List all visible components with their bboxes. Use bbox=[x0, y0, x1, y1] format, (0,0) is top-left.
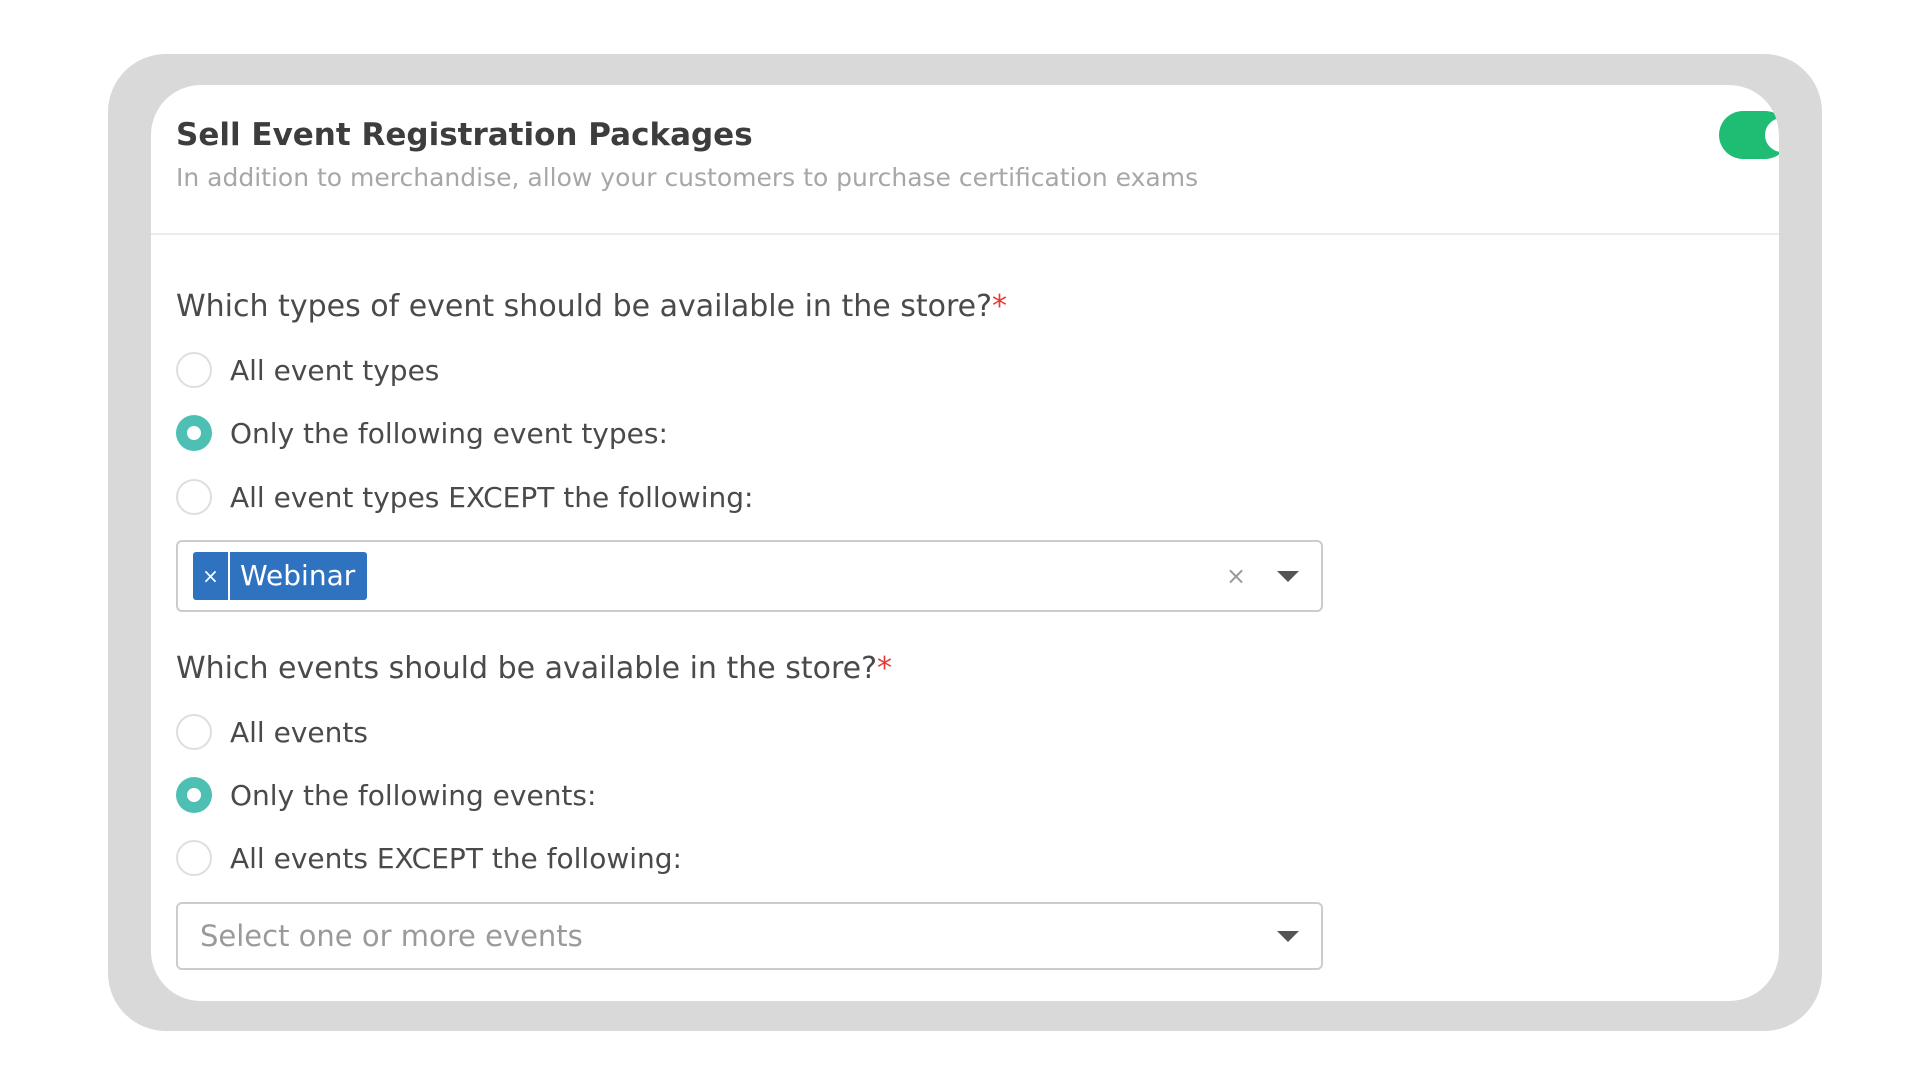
chevron-down-icon[interactable] bbox=[1277, 571, 1299, 582]
option-label: All event types EXCEPT the following: bbox=[230, 480, 754, 514]
events-question-text: Which events should be available in the … bbox=[176, 651, 878, 686]
chevron-down-icon[interactable] bbox=[1277, 931, 1299, 942]
radio-unchecked-icon[interactable] bbox=[176, 840, 212, 876]
radio-checked-icon[interactable] bbox=[176, 777, 212, 813]
toggle-knob bbox=[1765, 118, 1779, 152]
radio-unchecked-icon[interactable] bbox=[176, 714, 212, 750]
event-types-option-only[interactable]: Only the following event types: bbox=[176, 413, 668, 453]
option-label: All events bbox=[230, 715, 368, 749]
selected-tag-webinar: × Webinar bbox=[193, 552, 368, 600]
option-label: Only the following events: bbox=[230, 778, 597, 812]
card-title: Sell Event Registration Packages bbox=[176, 117, 753, 153]
event-types-question-text: Which types of event should be available… bbox=[176, 289, 993, 324]
option-label: All events EXCEPT the following: bbox=[230, 841, 682, 875]
events-select[interactable]: Select one or more events bbox=[176, 902, 1323, 970]
events-option-only[interactable]: Only the following events: bbox=[176, 775, 596, 815]
required-marker: * bbox=[992, 289, 1008, 324]
event-types-select[interactable]: × Webinar × bbox=[176, 540, 1323, 612]
events-option-all[interactable]: All events bbox=[176, 712, 368, 752]
card-header: Sell Event Registration Packages In addi… bbox=[151, 85, 1779, 235]
required-marker: * bbox=[877, 651, 893, 686]
radio-checked-icon[interactable] bbox=[176, 415, 212, 451]
event-types-question: Which types of event should be available… bbox=[176, 289, 1007, 324]
clear-selection-icon[interactable]: × bbox=[1225, 556, 1247, 596]
events-question: Which events should be available in the … bbox=[176, 651, 892, 686]
radio-unchecked-icon[interactable] bbox=[176, 479, 212, 515]
events-select-placeholder: Select one or more events bbox=[200, 919, 583, 953]
enable-toggle[interactable] bbox=[1719, 111, 1779, 159]
tag-label: Webinar bbox=[240, 559, 356, 592]
option-label: All event types bbox=[230, 353, 440, 387]
settings-card: Sell Event Registration Packages In addi… bbox=[151, 85, 1779, 1001]
card-subtitle: In addition to merchandise, allow your c… bbox=[176, 163, 1199, 192]
event-types-option-except[interactable]: All event types EXCEPT the following: bbox=[176, 477, 753, 517]
events-option-except[interactable]: All events EXCEPT the following: bbox=[176, 838, 682, 878]
event-types-option-all[interactable]: All event types bbox=[176, 350, 439, 390]
option-label: Only the following event types: bbox=[230, 416, 668, 450]
radio-unchecked-icon[interactable] bbox=[176, 352, 212, 388]
tag-remove-icon[interactable]: × bbox=[193, 552, 230, 600]
